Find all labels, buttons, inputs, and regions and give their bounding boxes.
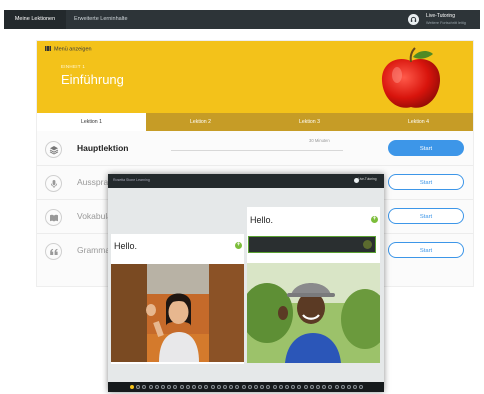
progress-dot[interactable] <box>328 385 333 389</box>
menu-label: Menü anzeigen <box>54 46 92 53</box>
start-button-grammatik[interactable]: Start <box>388 242 464 258</box>
tab-lektion-4[interactable]: Lektion 4 <box>364 113 473 131</box>
top-navigation: Meine Lektionen Erweiterte Lerninhalte L… <box>4 10 480 29</box>
progress-dot[interactable] <box>285 385 289 389</box>
book-icon <box>45 209 62 226</box>
tab-lektion-3[interactable]: Lektion 3 <box>255 113 364 131</box>
progress-dot[interactable] <box>235 385 240 389</box>
start-button-hauptlektion[interactable]: Start <box>388 140 464 156</box>
add-icon[interactable]: + <box>371 216 378 223</box>
tab-lektion-1[interactable]: Lektion 1 <box>37 113 146 131</box>
tablet-progress-dots <box>108 382 384 392</box>
progress-dot[interactable] <box>254 385 258 389</box>
lesson-card-left[interactable]: Hello. + <box>111 234 244 364</box>
man-waving-photo <box>247 263 380 363</box>
row-divider <box>37 165 473 166</box>
progress-dot[interactable] <box>303 385 308 389</box>
tab-meine-lektionen[interactable]: Meine Lektionen <box>4 10 66 29</box>
progress-dot[interactable] <box>223 385 227 389</box>
progress-dot[interactable] <box>210 385 215 389</box>
progress-dot[interactable] <box>154 385 159 389</box>
quote-icon <box>45 243 62 260</box>
progress-dot[interactable] <box>247 385 252 389</box>
progress-dot[interactable] <box>192 385 196 389</box>
lesson-name: Hauptlektion <box>77 143 129 153</box>
progress-dot[interactable] <box>278 385 283 389</box>
card-prompt-text: Hello. <box>114 241 138 251</box>
live-tutoring-subtitle: Weitere Fortschritt leitig <box>426 21 466 25</box>
layers-icon <box>45 141 62 158</box>
microphone-icon <box>45 175 62 192</box>
progress-dot[interactable] <box>297 385 302 389</box>
tablet-live-tutoring[interactable]: Live-Tutoring <box>358 177 376 181</box>
lesson-progress-bar <box>171 150 343 151</box>
woman-waving-photo <box>111 264 244 362</box>
progress-dot[interactable] <box>359 385 364 389</box>
progress-dot[interactable] <box>291 385 296 389</box>
progress-dot[interactable] <box>148 385 153 389</box>
lesson-row-hauptlektion: Hauptlektion 30 Minuten Start <box>37 133 473 166</box>
progress-dot[interactable] <box>316 385 320 389</box>
progress-dot[interactable] <box>136 385 141 389</box>
tab-erweiterte-lerninhalte[interactable]: Erweiterte Lerninhalte <box>74 10 128 29</box>
progress-dot[interactable] <box>260 385 265 389</box>
tablet-top-bar: Rosetta Stone Learning Live-Tutoring <box>108 174 384 188</box>
lesson-tabs: Lektion 1 Lektion 2 Lektion 3 Lektion 4 <box>37 113 473 131</box>
headset-icon[interactable] <box>408 14 419 25</box>
tab-lektion-2[interactable]: Lektion 2 <box>146 113 255 131</box>
progress-dot[interactable] <box>167 385 172 389</box>
progress-dot[interactable] <box>241 385 246 389</box>
progress-dot[interactable] <box>266 385 271 389</box>
progress-dot[interactable] <box>334 385 339 389</box>
answer-input-bar[interactable]: ​ <box>248 236 376 253</box>
card-prompt-text: Hello. <box>250 215 274 225</box>
progress-dot[interactable] <box>185 385 190 389</box>
progress-dot[interactable] <box>130 385 134 389</box>
lesson-duration: 30 Minuten <box>309 138 330 143</box>
progress-dot[interactable] <box>309 385 314 389</box>
menu-toggle[interactable]: Menü anzeigen <box>45 46 92 53</box>
progress-dot[interactable] <box>142 385 147 389</box>
live-tutoring-title[interactable]: Live-Tutoring <box>426 13 455 19</box>
progress-dot[interactable] <box>204 385 209 389</box>
progress-dot[interactable] <box>198 385 203 389</box>
progress-dot[interactable] <box>272 385 277 389</box>
progress-dot[interactable] <box>340 385 345 389</box>
progress-dot[interactable] <box>173 385 178 389</box>
unit-banner: Menü anzeigen EINHEIT 1 Einführung <box>37 41 473 113</box>
tablet-brand: Rosetta Stone Learning <box>113 178 150 182</box>
progress-dot[interactable] <box>353 385 358 389</box>
progress-dot[interactable] <box>322 385 327 389</box>
lesson-card-right[interactable]: Hello. + <box>247 207 380 363</box>
progress-dot[interactable] <box>179 385 184 389</box>
progress-dot[interactable] <box>347 385 351 389</box>
apple-image <box>381 47 441 108</box>
microphone-icon[interactable] <box>363 240 372 249</box>
grid-icon <box>45 46 51 51</box>
unit-title: Einführung <box>61 72 124 87</box>
progress-dot[interactable] <box>161 385 165 389</box>
progress-dot[interactable] <box>216 385 221 389</box>
progress-dot[interactable] <box>229 385 234 389</box>
add-icon[interactable]: + <box>235 242 242 249</box>
start-button-aussprache[interactable]: Start <box>388 174 464 190</box>
start-button-vokabular[interactable]: Start <box>388 208 464 224</box>
unit-label: EINHEIT 1 <box>61 64 86 69</box>
